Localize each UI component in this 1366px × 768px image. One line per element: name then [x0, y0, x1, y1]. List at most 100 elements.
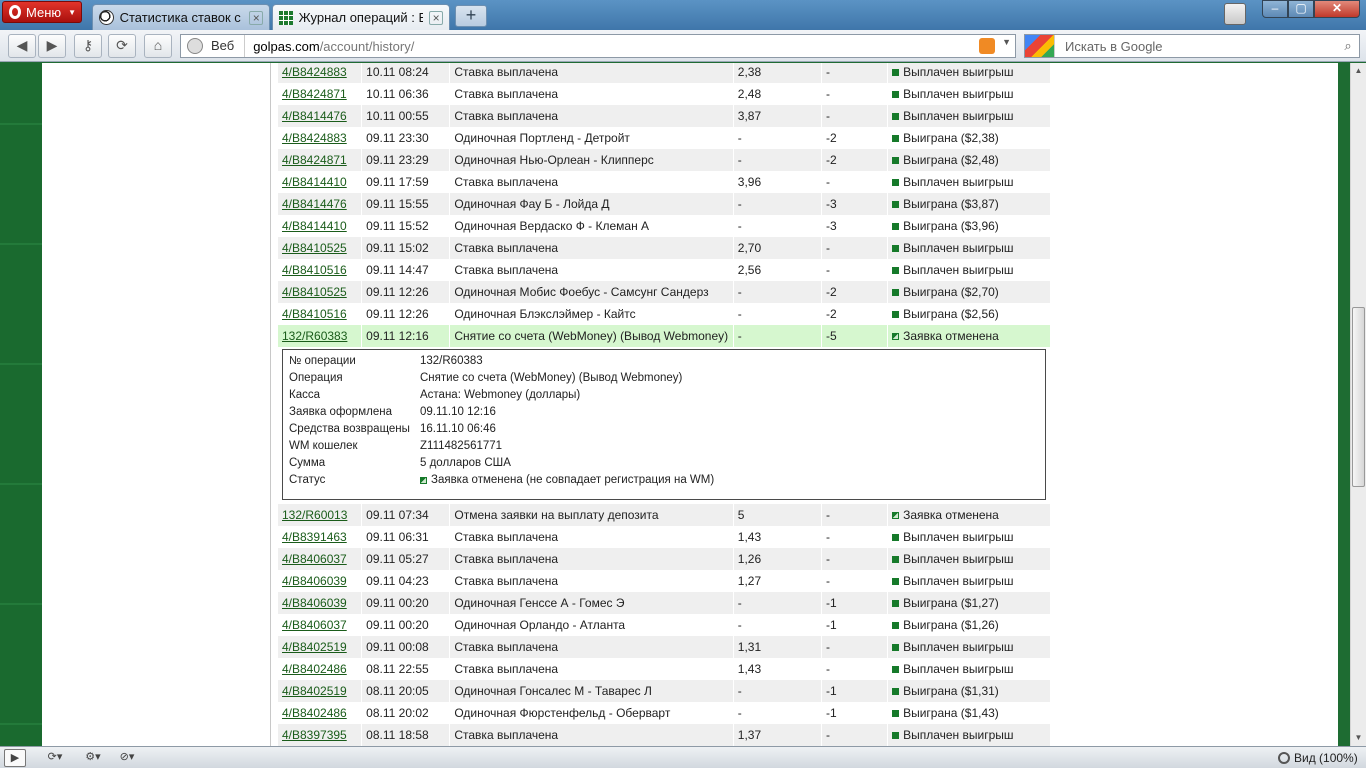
operation-link[interactable]: 4/B8406039 — [282, 574, 347, 588]
operation-link[interactable]: 4/B8406037 — [282, 618, 347, 632]
detail-label: Заявка оформлена — [289, 406, 392, 418]
table-row[interactable]: 4/B8397395 08.11 18:58 Ставка выплачена 1,3… — [276, 724, 1050, 746]
zoom-control[interactable]: Вид (100%) — [1278, 748, 1364, 768]
key-icon[interactable]: ⚷ — [74, 34, 102, 58]
debit-cell: - — [820, 548, 888, 570]
operation-link[interactable]: 4/B8414476 — [282, 109, 347, 123]
url-text[interactable]: golpas.com/account/history/ — [245, 39, 414, 54]
search-icon[interactable]: ⌕ — [1337, 38, 1359, 54]
back-button[interactable]: ◀ — [8, 34, 36, 58]
table-row[interactable]: 4/B8406039 09.11 04:23 Ставка выплачена 1,2… — [276, 570, 1050, 592]
operation-link[interactable]: 4/B8424883 — [282, 131, 347, 145]
scroll-down-icon[interactable]: ▼ — [1351, 730, 1366, 746]
credit-cell: - — [732, 127, 822, 149]
operation-link[interactable]: 4/B8402519 — [282, 640, 347, 654]
operation-id-cell: 4/B8410516 — [276, 259, 362, 281]
operation-detail-row: № операции 132/R60383 Операция Снятие со сч… — [277, 347, 1050, 504]
operation-link[interactable]: 4/B8391463 — [282, 530, 347, 544]
table-row[interactable]: 4/B8406037 09.11 00:20 Одиночная Орландо -… — [276, 614, 1050, 636]
status-badge: Выплачен выигрыш — [892, 728, 1014, 742]
description-cell: Ставка выплачена — [449, 570, 734, 592]
tab-stats[interactable]: Статистика ставок с 0... × — [92, 4, 270, 30]
debit-cell: -2 — [820, 303, 888, 325]
trash-icon[interactable] — [1224, 3, 1246, 25]
close-icon[interactable]: × — [249, 10, 263, 25]
search-box[interactable]: Искать в Google ⌕ — [1024, 34, 1360, 58]
table-row[interactable]: 4/B8424883 09.11 23:30 Одиночная Портленд … — [276, 127, 1050, 149]
operation-link[interactable]: 132/R60013 — [282, 508, 347, 522]
rss-icon[interactable] — [979, 38, 995, 54]
chevron-down-icon[interactable]: ▼ — [1002, 37, 1011, 47]
table-row[interactable]: 4/B8414476 09.11 15:55 Одиночная Фау Б - Л… — [276, 193, 1050, 215]
table-row[interactable]: 4/B8414410 09.11 15:52 Одиночная Вердаско … — [276, 215, 1050, 237]
operation-link[interactable]: 4/B8424871 — [282, 87, 347, 101]
scroll-thumb[interactable] — [1352, 307, 1365, 487]
operation-link[interactable]: 4/B8402519 — [282, 684, 347, 698]
table-row[interactable]: 4/B8402486 08.11 20:02 Одиночная Фюрстенфе… — [276, 702, 1050, 724]
operation-link[interactable]: 4/B8406039 — [282, 596, 347, 610]
operation-link[interactable]: 4/B8414410 — [282, 175, 347, 189]
table-row[interactable]: 4/B8424871 09.11 23:29 Одиночная Нью-Орлеа… — [276, 149, 1050, 171]
table-row[interactable]: 4/B8406037 09.11 05:27 Ставка выплачена 1,2… — [276, 548, 1050, 570]
status-cell: Выплачен выигрыш — [887, 83, 1050, 105]
status-cell: Выплачен выигрыш — [887, 105, 1050, 127]
operation-link[interactable]: 4/B8397395 — [282, 728, 347, 742]
home-button[interactable]: ⌂ — [144, 34, 172, 58]
google-icon[interactable] — [1025, 35, 1055, 57]
operation-link[interactable]: 132/R60383 — [282, 329, 347, 343]
date-cell: 10.11 06:36 — [361, 83, 450, 105]
table-row[interactable]: 4/B8410525 09.11 15:02 Ставка выплачена 2,7… — [276, 237, 1050, 259]
table-row[interactable]: 4/B8406039 09.11 00:20 Одиночная Генссе А … — [276, 592, 1050, 614]
table-row[interactable]: 4/B8410516 09.11 14:47 Ставка выплачена 2,5… — [276, 259, 1050, 281]
table-row[interactable]: 132/R60013 09.11 07:34 Отмена заявки на вы… — [276, 504, 1050, 526]
close-icon[interactable]: × — [429, 10, 443, 25]
sync-icon[interactable]: ⟳▾ — [40, 749, 70, 767]
table-row[interactable]: 4/B8410516 09.11 12:26 Одиночная Блэкслэйм… — [276, 303, 1050, 325]
vertical-scrollbar[interactable]: ▲ ▼ — [1350, 63, 1366, 746]
operation-link[interactable]: 4/B8406037 — [282, 552, 347, 566]
table-row[interactable]: 4/B8410525 09.11 12:26 Одиночная Мобис Фое… — [276, 281, 1050, 303]
panel-toggle-icon[interactable]: ▶ — [4, 749, 26, 767]
operation-link[interactable]: 4/B8410525 — [282, 241, 347, 255]
table-row[interactable]: 4/B8414410 09.11 17:59 Ставка выплачена 3,9… — [276, 171, 1050, 193]
address-bar[interactable]: Веб golpas.com/account/history/ ▼ — [180, 34, 1016, 58]
forward-button[interactable]: ▶ — [38, 34, 66, 58]
table-row[interactable]: 4/B8402519 08.11 20:05 Одиночная Гонсалес … — [276, 680, 1050, 702]
operation-link[interactable]: 4/B8414410 — [282, 219, 347, 233]
table-row[interactable]: 4/B8414476 10.11 00:55 Ставка выплачена 3,8… — [276, 105, 1050, 127]
status-badge: Выиграна ($2,70) — [892, 285, 999, 299]
operation-link[interactable]: 4/B8424883 — [282, 65, 347, 79]
credit-cell: 1,43 — [732, 658, 822, 680]
table-row[interactable]: 4/B8402486 08.11 22:55 Ставка выплачена 1,4… — [276, 658, 1050, 680]
maximize-button[interactable]: ▢ — [1288, 0, 1314, 18]
success-status-icon — [892, 644, 900, 651]
minimize-button[interactable]: – — [1262, 0, 1288, 18]
scroll-up-icon[interactable]: ▲ — [1351, 63, 1366, 79]
table-row[interactable]: 4/B8424883 10.11 08:24 Ставка выплачена 2,3… — [276, 63, 1050, 83]
search-input[interactable]: Искать в Google — [1055, 39, 1337, 54]
operation-link[interactable]: 4/B8410525 — [282, 285, 347, 299]
operation-link[interactable]: 4/B8414476 — [282, 197, 347, 211]
unite-icon[interactable]: ⚙▾ — [78, 749, 108, 767]
debit-cell: - — [820, 658, 888, 680]
table-row[interactable]: 4/B8424871 10.11 06:36 Ставка выплачена 2,4… — [276, 83, 1050, 105]
table-row[interactable]: 4/B8402519 09.11 00:08 Ставка выплачена 1,3… — [276, 636, 1050, 658]
description-cell: Ставка выплачена — [449, 526, 734, 548]
opera-menu-button[interactable]: Меню ▼ — [2, 1, 82, 23]
credit-cell: 2,56 — [732, 259, 822, 281]
operation-link[interactable]: 4/B8402486 — [282, 662, 347, 676]
description-cell: Одиночная Блэкслэймер - Кайтс — [449, 303, 734, 325]
operation-link[interactable]: 4/B8424871 — [282, 153, 347, 167]
operation-link[interactable]: 4/B8410516 — [282, 263, 347, 277]
table-row[interactable]: 132/R60383 09.11 12:16 Снятие со счета (We… — [276, 325, 1050, 347]
operation-link[interactable]: 4/B8410516 — [282, 307, 347, 321]
close-window-button[interactable]: ✕ — [1314, 0, 1360, 18]
operation-link[interactable]: 4/B8402486 — [282, 706, 347, 720]
reload-button[interactable]: ⟳ — [108, 34, 136, 58]
new-tab-button[interactable]: + — [455, 5, 487, 27]
table-row[interactable]: 4/B8391463 09.11 06:31 Ставка выплачена 1,4… — [276, 526, 1050, 548]
turbo-icon[interactable]: ⊘▾ — [112, 749, 142, 767]
detail-value: Астана: Webmoney (доллары) — [420, 389, 581, 401]
date-cell: 09.11 23:29 — [361, 149, 450, 171]
tab-history[interactable]: Журнал операций : Б... × — [272, 4, 450, 30]
